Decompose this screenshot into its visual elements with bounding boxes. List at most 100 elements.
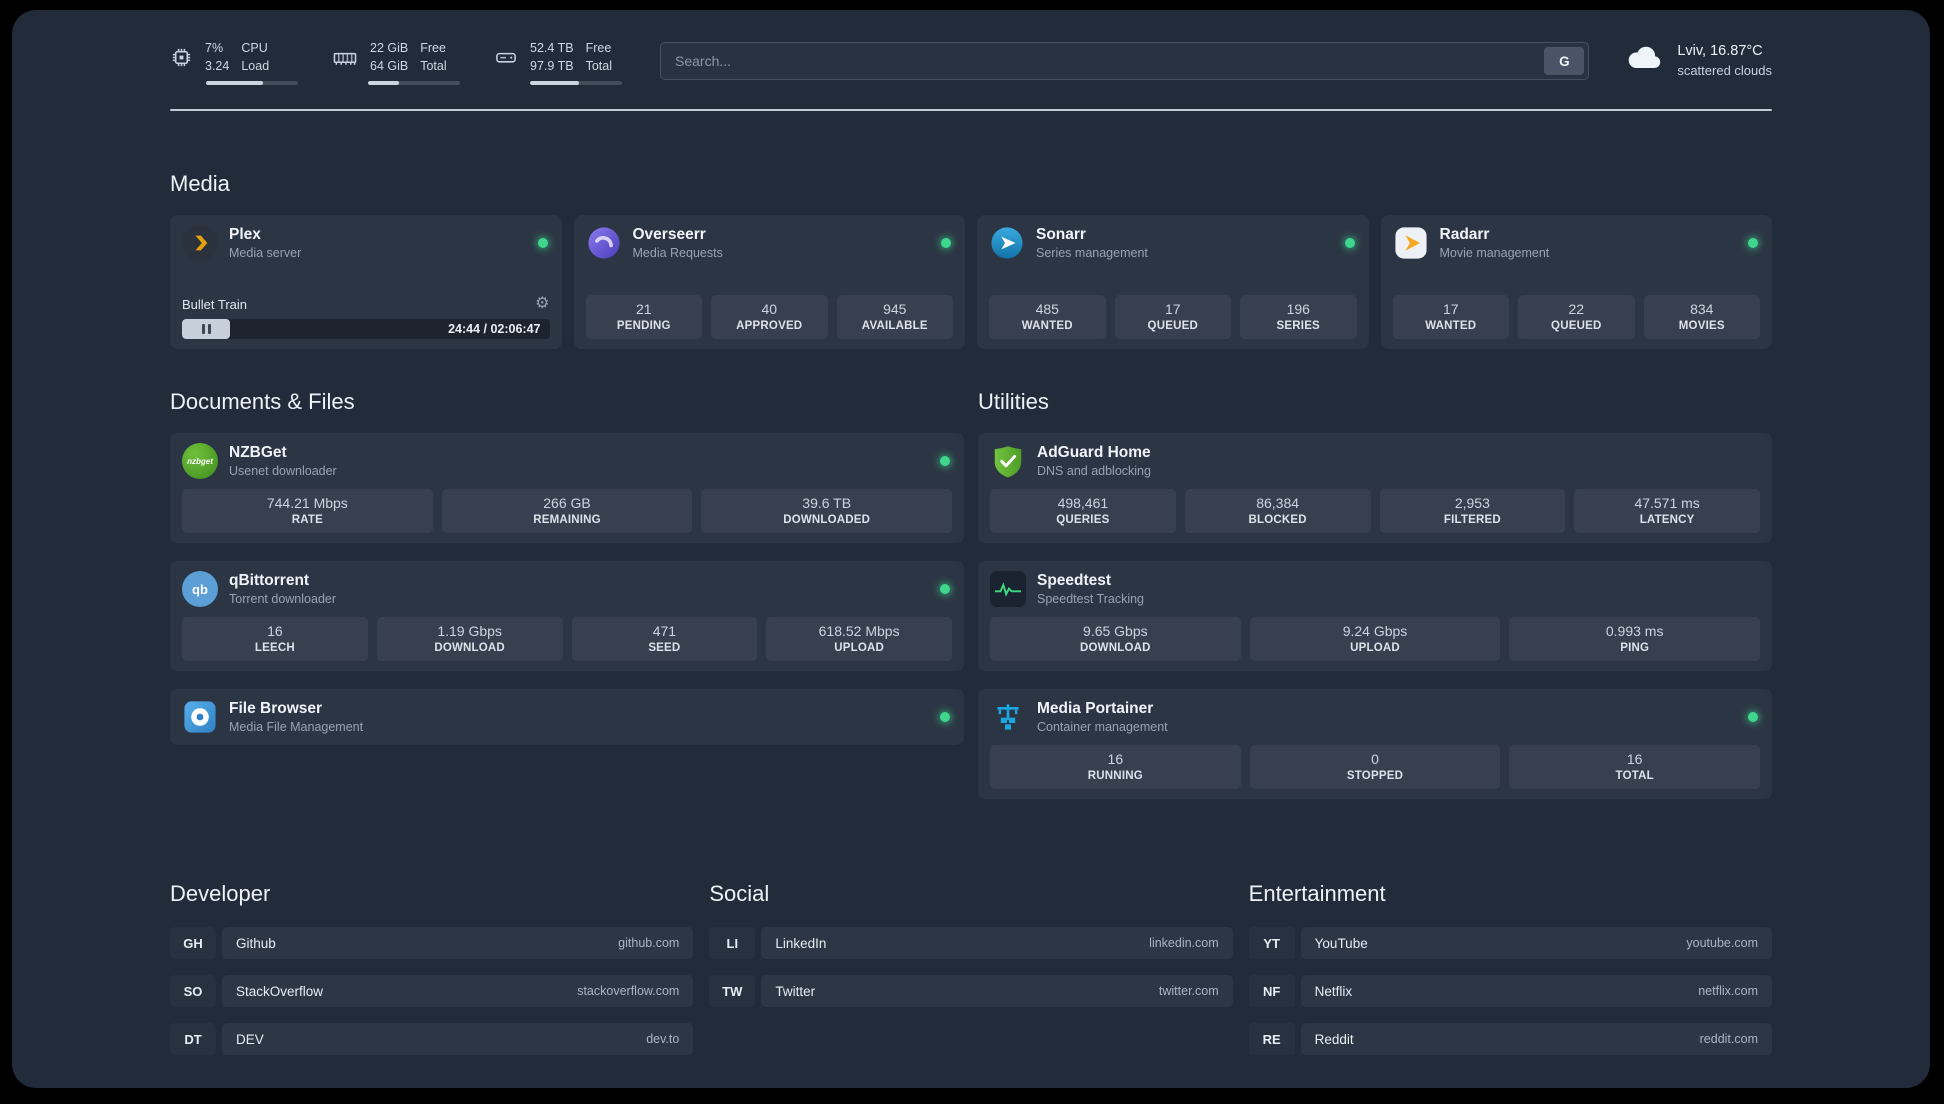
section-title-utilities: Utilities — [978, 389, 1049, 414]
cpu-progress-fill — [206, 81, 264, 85]
bookmark-abbr: TW — [709, 975, 755, 1007]
header-divider — [170, 109, 1772, 111]
app-name-radarr: Radarr — [1439, 226, 1490, 243]
bookmark-name: LinkedIn — [775, 935, 827, 951]
settings-gear-icon[interactable]: ⚙ — [535, 296, 549, 312]
app-name-overseerr: Overseerr — [632, 226, 706, 243]
bookmark-abbr: GH — [170, 927, 216, 959]
stat-label: STOPPED — [1346, 770, 1404, 782]
stat-value: 0 — [1371, 751, 1379, 767]
card-plex[interactable]: Plex Media server Bullet Train ⚙ 24:44 /… — [170, 215, 562, 349]
disk-progress-bar — [530, 81, 622, 85]
search-provider-button[interactable]: G — [1544, 47, 1585, 75]
stat-stopped: 0 STOPPED — [1249, 745, 1501, 789]
disk-widget: 52.4 TB 97.9 TB Free Total — [494, 40, 622, 85]
card-speedtest[interactable]: Speedtest Speedtest Tracking 9.65 Gbps D… — [978, 561, 1772, 671]
weather-condition: scattered clouds — [1677, 62, 1772, 78]
stat-label: WANTED — [1425, 320, 1477, 332]
pause-button[interactable] — [182, 319, 230, 339]
stat-label: LATENCY — [1639, 514, 1695, 526]
cpu-load-label: Load — [241, 58, 270, 73]
utilities-column: Utilities AdGuard Home DNS and adblockin… — [978, 389, 1772, 817]
card-portainer[interactable]: Media Portainer Container management 16 … — [978, 689, 1772, 799]
stat-label: TOTAL — [1615, 770, 1654, 782]
playback-progress-bar[interactable]: 24:44 / 02:06:47 — [182, 319, 550, 339]
bookmark-name: DEV — [236, 1031, 264, 1047]
stat-label: APPROVED — [736, 320, 803, 332]
bookmark-twitter[interactable]: TW Twitter twitter.com — [709, 975, 1233, 1007]
memory-progress-fill — [368, 81, 400, 85]
card-overseerr[interactable]: Overseerr Media Requests 21 PENDING 40 A… — [573, 215, 965, 349]
card-filebrowser[interactable]: File Browser Media File Management — [170, 689, 964, 745]
bookmark-name: StackOverflow — [236, 983, 324, 999]
bookmark-domain: dev.to — [646, 1032, 680, 1046]
memory-free-label: Free — [420, 41, 446, 55]
app-name-sonarr: Sonarr — [1036, 226, 1086, 243]
now-playing-title: Bullet Train — [182, 296, 248, 312]
stat-label: DOWNLOAD — [434, 642, 505, 654]
stat-wanted: 17 WANTED — [1392, 295, 1509, 339]
stat-blocked: 86,384 BLOCKED — [1184, 489, 1371, 533]
bookmark-abbr: YT — [1249, 927, 1295, 959]
stat-running: 16 RUNNING — [990, 745, 1241, 789]
bookmark-netflix[interactable]: NF Netflix netflix.com — [1249, 975, 1772, 1007]
mid-section: Documents & Files nzbget NZBGet Usenet d… — [170, 389, 1772, 817]
bookmark-dev[interactable]: DT DEV dev.to — [170, 1023, 694, 1055]
stat-queries: 498,461 QUERIES — [990, 489, 1176, 533]
bookmark-stackoverflow[interactable]: SO StackOverflow stackoverflow.com — [170, 975, 694, 1007]
card-nzbget[interactable]: nzbget NZBGet Usenet downloader 744.21 M… — [170, 433, 964, 543]
stat-filtered: 2,953 FILTERED — [1379, 489, 1566, 533]
card-adguard[interactable]: AdGuard Home DNS and adblocking 498,461 … — [978, 433, 1772, 543]
card-radarr[interactable]: Radarr Movie management 17 WANTED 22 QUE… — [1380, 215, 1772, 349]
resource-widgets: 7% 3.24 CPU Load 22 GiB 64 GiB Free Tota… — [170, 40, 622, 85]
stat-wanted: 485 WANTED — [989, 295, 1106, 339]
stat-value: 9.24 Gbps — [1342, 623, 1408, 639]
bookmarks-developer: Developer GH Github github.com SO StackO… — [170, 881, 694, 1071]
status-dot-sonarr — [1344, 238, 1355, 248]
app-name-portainer: Media Portainer — [1037, 700, 1154, 717]
memory-icon — [332, 46, 358, 69]
status-dot-nzbget — [940, 456, 950, 466]
stat-value: 0.993 ms — [1605, 623, 1664, 639]
overseerr-icon — [586, 225, 622, 261]
stat-value: 1.19 Gbps — [437, 623, 502, 639]
stat-downloaded: 39.6 TB DOWNLOADED — [701, 489, 953, 533]
sonarr-icon — [989, 225, 1025, 261]
memory-widget: 22 GiB 64 GiB Free Total — [332, 40, 460, 85]
stat-label: RATE — [291, 514, 323, 526]
card-sonarr[interactable]: Sonarr Series management 485 WANTED 17 Q… — [977, 215, 1369, 349]
stat-value: 16 — [267, 623, 283, 639]
bookmark-linkedin[interactable]: LI LinkedIn linkedin.com — [709, 927, 1233, 959]
stat-total: 16 TOTAL — [1509, 745, 1761, 789]
search-input[interactable] — [661, 43, 1541, 79]
stat-label: DOWNLOADED — [783, 514, 871, 526]
stat-label: BLOCKED — [1248, 514, 1307, 526]
bookmark-reddit[interactable]: RE Reddit reddit.com — [1249, 1023, 1772, 1055]
portainer-stats: 16 RUNNING 0 STOPPED 16 TOTAL — [990, 745, 1761, 789]
plex-icon — [182, 225, 218, 261]
stat-label: SEED — [648, 642, 681, 654]
stat-label: RUNNING — [1087, 770, 1143, 782]
cpu-usage-label: CPU — [241, 41, 268, 55]
bookmark-github[interactable]: GH Github github.com — [170, 927, 694, 959]
stat-approved: 40 APPROVED — [711, 295, 828, 339]
portainer-icon — [990, 699, 1026, 735]
stat-download: 9.65 Gbps DOWNLOAD — [990, 617, 1241, 661]
app-name-filebrowser: File Browser — [229, 700, 323, 717]
bookmark-youtube[interactable]: YT YouTube youtube.com — [1249, 927, 1772, 959]
stat-pending: 21 PENDING — [585, 295, 702, 339]
bookmark-name: Reddit — [1314, 1031, 1354, 1047]
stat-value: 834 — [1690, 301, 1714, 317]
card-qbittorrent[interactable]: qb qBittorrent Torrent downloader 16 LEE… — [170, 561, 964, 671]
section-title-entertainment: Entertainment — [1248, 881, 1386, 906]
stat-movies: 834 MOVIES — [1643, 295, 1760, 339]
bookmark-domain: github.com — [618, 936, 680, 950]
app-name-qbittorrent: qBittorrent — [229, 572, 310, 589]
stat-label: WANTED — [1021, 320, 1073, 332]
disk-icon — [494, 46, 518, 69]
stat-label: UPLOAD — [834, 642, 884, 654]
app-desc-sonarr: Series management — [1036, 246, 1148, 260]
app-desc-plex: Media server — [229, 246, 302, 260]
app-name-plex: Plex — [229, 226, 261, 243]
stat-available: 945 AVAILABLE — [836, 295, 953, 339]
